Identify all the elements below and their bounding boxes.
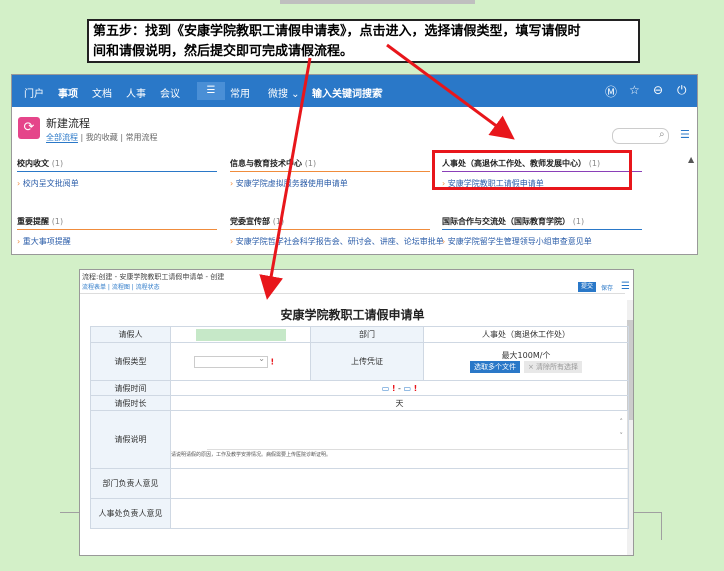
annotation-arrows <box>259 43 515 300</box>
arrow-to-leave-form <box>259 57 312 300</box>
arrow-to-workflow-item <box>386 43 515 140</box>
